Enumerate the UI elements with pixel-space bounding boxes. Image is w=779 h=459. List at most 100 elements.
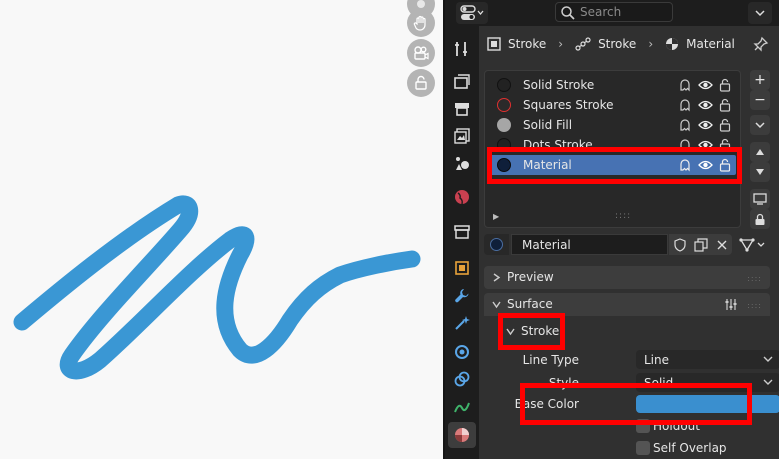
render-icon: [454, 74, 470, 89]
slot-specials-button[interactable]: [750, 115, 770, 135]
breadcrumb-object[interactable]: Stroke: [487, 37, 546, 51]
hand-pan-icon[interactable]: [407, 9, 435, 37]
lock-camera-icon[interactable]: [407, 69, 435, 97]
drag-handle-icon[interactable]: ::::: [747, 301, 762, 310]
tab-effects[interactable]: [448, 310, 476, 336]
constraint-icon: [454, 371, 470, 387]
tab-scene[interactable]: [448, 150, 476, 176]
ghost-icon[interactable]: [677, 117, 693, 133]
search-icon: [561, 6, 575, 20]
tab-tool[interactable]: [448, 36, 476, 62]
stroke-subpanel-header[interactable]: Stroke: [500, 320, 770, 342]
tab-physics[interactable]: [448, 339, 476, 365]
remove-slot-button[interactable]: −: [750, 90, 770, 110]
tab-object[interactable]: [448, 255, 476, 281]
eye-icon[interactable]: [697, 77, 713, 93]
holdout-checkbox[interactable]: [636, 419, 650, 433]
eye-icon[interactable]: [697, 157, 713, 173]
lock-icon[interactable]: [717, 97, 733, 113]
show-only-selected-button[interactable]: [750, 189, 770, 209]
list-item-active[interactable]: Material: [489, 155, 736, 175]
ghost-icon[interactable]: [677, 137, 693, 153]
ghost-icon[interactable]: [677, 157, 693, 173]
ghost-icon[interactable]: [677, 97, 693, 113]
breadcrumb-material[interactable]: Material: [665, 37, 735, 51]
triangle-up-icon: [756, 149, 764, 155]
material-name-field[interactable]: [511, 234, 668, 255]
duplicate-material-button[interactable]: [690, 234, 711, 255]
chevron-down-icon: [492, 301, 501, 308]
tab-output[interactable]: [448, 96, 476, 122]
list-item[interactable]: Squares Stroke: [489, 95, 736, 115]
properties-tab-strip: [445, 26, 479, 459]
camera-view-icon[interactable]: [407, 39, 435, 67]
chevron-down-icon: [755, 10, 765, 17]
view-layer-icon: [454, 128, 470, 144]
fake-user-button[interactable]: [669, 234, 690, 255]
tab-material[interactable]: [448, 422, 476, 448]
list-resize-handle[interactable]: ::::: [615, 211, 631, 221]
list-item[interactable]: Solid Fill: [489, 115, 736, 135]
effects-icon: [455, 316, 470, 330]
base-color-swatch[interactable]: [636, 395, 779, 413]
lock-icon[interactable]: [717, 77, 733, 93]
shield-icon: [673, 237, 686, 252]
search-field[interactable]: [555, 2, 673, 22]
holdout-label: Holdout: [653, 419, 700, 433]
lock-icon[interactable]: [717, 157, 733, 173]
lock-icon[interactable]: [717, 117, 733, 133]
filter-toggle-icon[interactable]: ▶: [493, 212, 499, 221]
style-label: Style: [548, 376, 579, 390]
material-selector: [484, 234, 734, 255]
scene-icon: [456, 157, 469, 170]
material-preview-icon: [497, 138, 511, 152]
style-dropdown[interactable]: Solid: [636, 373, 779, 392]
ghost-icon[interactable]: [677, 77, 693, 93]
lock-icon[interactable]: [717, 137, 733, 153]
move-slot-down-button[interactable]: [750, 162, 770, 182]
lock-unselected-button[interactable]: [750, 209, 770, 229]
material-slot-name: Solid Stroke: [523, 78, 595, 92]
tab-data[interactable]: [448, 394, 476, 420]
style-value: Solid: [644, 375, 674, 390]
preview-panel-header[interactable]: Preview ::::: [484, 266, 770, 289]
surface-panel-body: Stroke Line Type Line Style Solid Base C…: [484, 316, 779, 459]
preview-label: Preview: [507, 270, 554, 284]
list-item[interactable]: Dots Stroke: [489, 135, 736, 155]
self-overlap-checkbox[interactable]: [636, 441, 650, 455]
material-slot-list[interactable]: Solid Stroke Squares Stroke Solid Fill D…: [484, 70, 741, 228]
chevron-down-icon: [755, 122, 765, 129]
tab-modifiers[interactable]: [448, 283, 476, 309]
tab-render[interactable]: [448, 69, 476, 95]
grease-pencil-data-icon: [454, 402, 470, 413]
browse-material-button[interactable]: [484, 234, 509, 255]
tab-constraints[interactable]: [448, 366, 476, 392]
base-color-label: Base Color: [514, 397, 579, 411]
drag-handle-icon[interactable]: ::::: [747, 274, 762, 283]
viewport-canvas[interactable]: [0, 0, 443, 459]
pin-icon[interactable]: [753, 36, 769, 52]
material-preview-icon: [497, 78, 511, 92]
move-slot-up-button[interactable]: [750, 142, 770, 162]
tab-world[interactable]: [448, 184, 476, 210]
search-input[interactable]: [580, 4, 670, 20]
breadcrumb-data[interactable]: Stroke: [575, 37, 636, 51]
line-type-dropdown[interactable]: Line: [636, 350, 779, 369]
surface-panel-header[interactable]: Surface ::::: [484, 293, 770, 316]
presets-icon[interactable]: [724, 298, 738, 311]
node-tree-button[interactable]: [737, 234, 769, 255]
properties-header: [445, 0, 779, 26]
tab-view-layer[interactable]: [448, 123, 476, 149]
list-item[interactable]: Solid Stroke: [489, 75, 736, 95]
options-dropdown-button[interactable]: [748, 2, 772, 24]
unlink-material-button[interactable]: [711, 234, 732, 255]
tab-collection[interactable]: [448, 219, 476, 245]
lock-icon: [755, 213, 765, 225]
editor-type-button[interactable]: [456, 2, 488, 24]
eye-icon[interactable]: [697, 117, 713, 133]
add-slot-button[interactable]: +: [750, 70, 770, 90]
breadcrumb-label: Stroke: [598, 37, 637, 51]
grease-pencil-data-icon: [575, 37, 591, 51]
eye-icon[interactable]: [697, 97, 713, 113]
eye-icon[interactable]: [697, 137, 713, 153]
